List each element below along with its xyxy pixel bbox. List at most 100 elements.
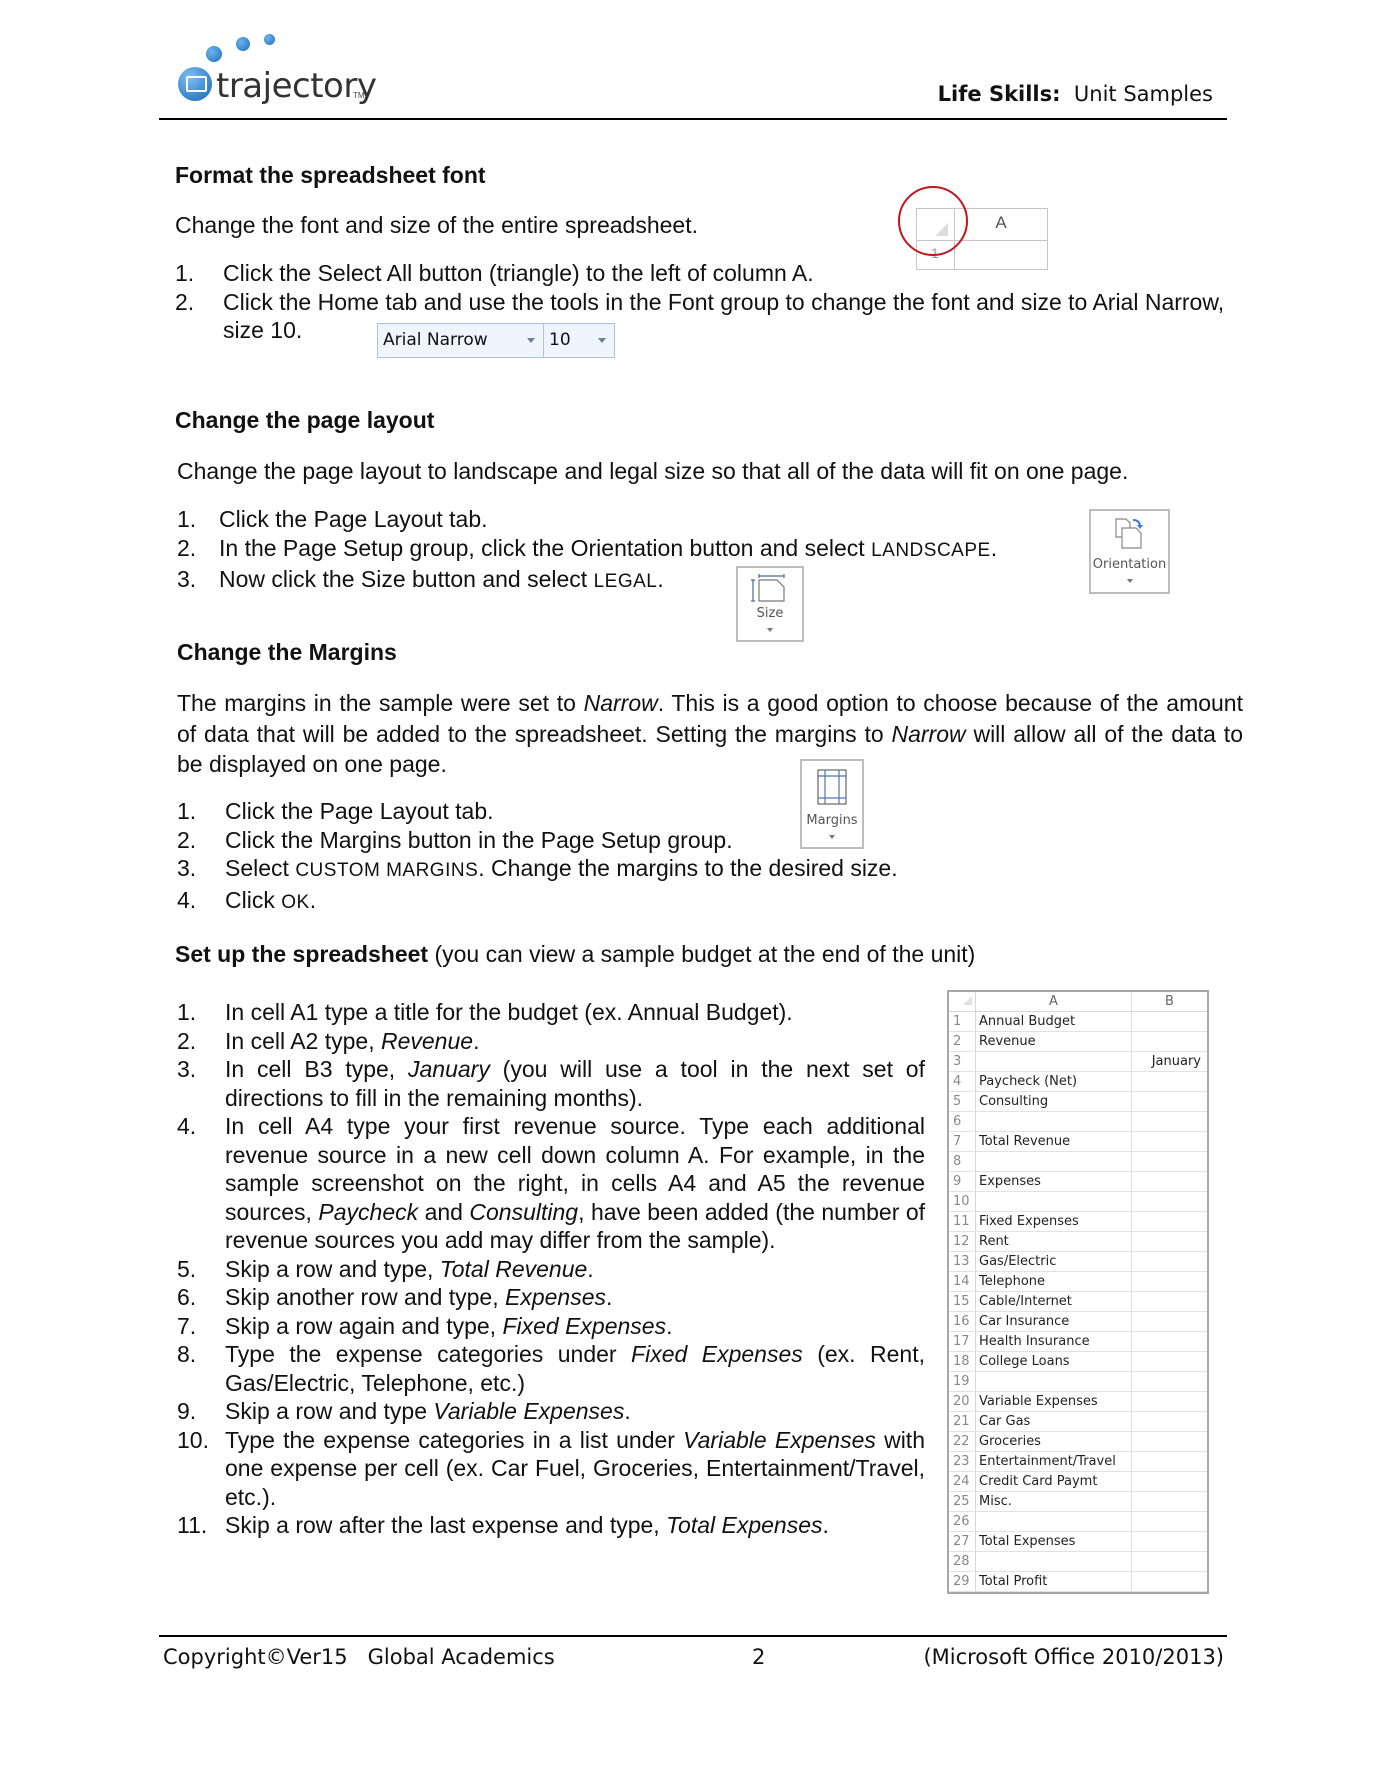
logo-dot-icon [236,37,250,51]
cell-a[interactable] [975,1051,1132,1072]
cell-a[interactable]: Total Revenue [975,1131,1132,1152]
cell-b[interactable] [1131,1311,1207,1332]
row-number: 19 [949,1371,976,1392]
sheet-row: 2 Revenue [949,1031,1207,1052]
row-number: 16 [949,1311,976,1332]
cell-b[interactable] [1131,1171,1207,1192]
cell-b[interactable] [1131,1131,1207,1152]
cell-b[interactable] [1131,1451,1207,1472]
cell-a[interactable] [975,1191,1132,1212]
select-all-triangle-icon [963,996,972,1005]
cell-b[interactable] [1131,1191,1207,1212]
list-item: size 10. [223,317,303,343]
cell-b[interactable] [1131,1431,1207,1452]
cell-b[interactable] [1131,1531,1207,1552]
column-header-b[interactable]: B [1131,992,1207,1012]
cell-b[interactable] [1131,1371,1207,1392]
cell-a[interactable]: Groceries [975,1431,1132,1452]
cell-a[interactable] [975,1371,1132,1392]
cell-a[interactable]: Total Profit [975,1571,1132,1592]
cell-b[interactable] [1131,1471,1207,1492]
cell-a[interactable]: Credit Card Paymt [975,1471,1132,1492]
font-name-dropdown[interactable]: Arial Narrow [378,324,544,357]
cell-a[interactable]: Car Gas [975,1411,1132,1432]
cell-b[interactable] [1131,1011,1207,1032]
cell-a[interactable]: Car Insurance [975,1311,1132,1332]
list-item: 3. Select CUSTOM MARGINS. Change the marg… [177,855,898,881]
size-button[interactable]: Size [736,566,804,642]
list-item: 3. In cell B3 type, January (you will use… [177,1056,925,1111]
cell-b[interactable] [1131,1211,1207,1232]
layout-steps: 1. Click the Page Layout tab. 2. In the Pa… [177,505,1077,597]
cell-a[interactable]: Paycheck (Net) [975,1071,1132,1092]
logo-trademark: TM [353,91,365,100]
cell-a[interactable]: Health Insurance [975,1331,1132,1352]
select-all-corner[interactable] [949,992,976,1012]
cell-a[interactable]: Annual Budget [975,1011,1132,1032]
cell-b[interactable] [1131,1331,1207,1352]
cell-a[interactable]: Variable Expenses [975,1391,1132,1412]
cell-a[interactable] [975,1551,1132,1572]
page-number: 2 [752,1645,766,1669]
cell-b[interactable] [1131,1251,1207,1272]
orientation-button[interactable]: Orientation [1089,509,1170,594]
sheet-row: 27 Total Expenses [949,1531,1207,1552]
sheet-row: 24 Credit Card Paymt [949,1471,1207,1492]
cell-b[interactable] [1131,1491,1207,1512]
cell-b[interactable] [1131,1291,1207,1312]
cell-b[interactable] [1131,1551,1207,1572]
cell-a[interactable] [975,1151,1132,1172]
row-number: 14 [949,1271,976,1292]
row-number: 24 [949,1471,976,1492]
cell-b[interactable] [1131,1351,1207,1372]
cell-b[interactable] [1131,1151,1207,1172]
logo-dot-icon [206,46,222,62]
cell-a[interactable]: Total Expenses [975,1531,1132,1552]
cell-a[interactable]: Revenue [975,1031,1132,1052]
row-number: 28 [949,1551,976,1572]
cell-a[interactable] [975,1511,1132,1532]
cell-b[interactable] [1131,1231,1207,1252]
cell-b[interactable] [1131,1071,1207,1092]
cell-a[interactable]: Cable/Internet [975,1291,1132,1312]
cell-a[interactable]: Entertainment/Travel [975,1451,1132,1472]
sheet-row: 18 College Loans [949,1351,1207,1372]
footer-copyright: Copyright©Ver15 Global Academics [163,1645,555,1669]
cell-b[interactable] [1131,1391,1207,1412]
font-size-dropdown[interactable]: 10 [544,324,614,357]
cell-b[interactable] [1131,1031,1207,1052]
cell-a[interactable]: Gas/Electric [975,1251,1132,1272]
header-title-rest: Unit Samples [1073,82,1213,106]
cell-b[interactable] [1131,1571,1207,1592]
cell-a[interactable]: College Loans [975,1351,1132,1372]
section-heading-margins: Change the Margins [177,639,397,665]
cell-a[interactable]: Telephone [975,1271,1132,1292]
sheet-row: 10 [949,1191,1207,1212]
cell-b[interactable] [1131,1091,1207,1112]
row-number: 1 [949,1011,976,1032]
cell-a[interactable]: Misc. [975,1491,1132,1512]
row-number: 5 [949,1091,976,1112]
row-number: 21 [949,1411,976,1432]
cell-a[interactable]: Rent [975,1231,1132,1252]
sheet-row: 19 [949,1371,1207,1392]
list-item: 1. Click the Select All button (triangle)… [175,260,814,286]
logo-text: trajectory [216,66,377,106]
sheet-row: 20 Variable Expenses [949,1391,1207,1412]
cell-a[interactable]: Expenses [975,1171,1132,1192]
cell-a[interactable] [975,1111,1132,1132]
section-heading-font: Format the spreadsheet font [175,162,486,188]
cell-b[interactable]: January [1131,1051,1207,1072]
cell-b[interactable] [1131,1511,1207,1532]
row-number: 22 [949,1431,976,1452]
margins-button[interactable]: Margins [800,759,864,849]
cell-b[interactable] [1131,1111,1207,1132]
cell-a[interactable]: Consulting [975,1091,1132,1112]
sheet-row: 28 [949,1551,1207,1572]
cell-b[interactable] [1131,1271,1207,1292]
column-header-a[interactable]: A [975,992,1132,1012]
cell-b[interactable] [1131,1411,1207,1432]
sheet-row: 7 Total Revenue [949,1131,1207,1152]
footer-version: (Microsoft Office 2010/2013) [923,1645,1224,1669]
cell-a[interactable]: Fixed Expenses [975,1211,1132,1232]
